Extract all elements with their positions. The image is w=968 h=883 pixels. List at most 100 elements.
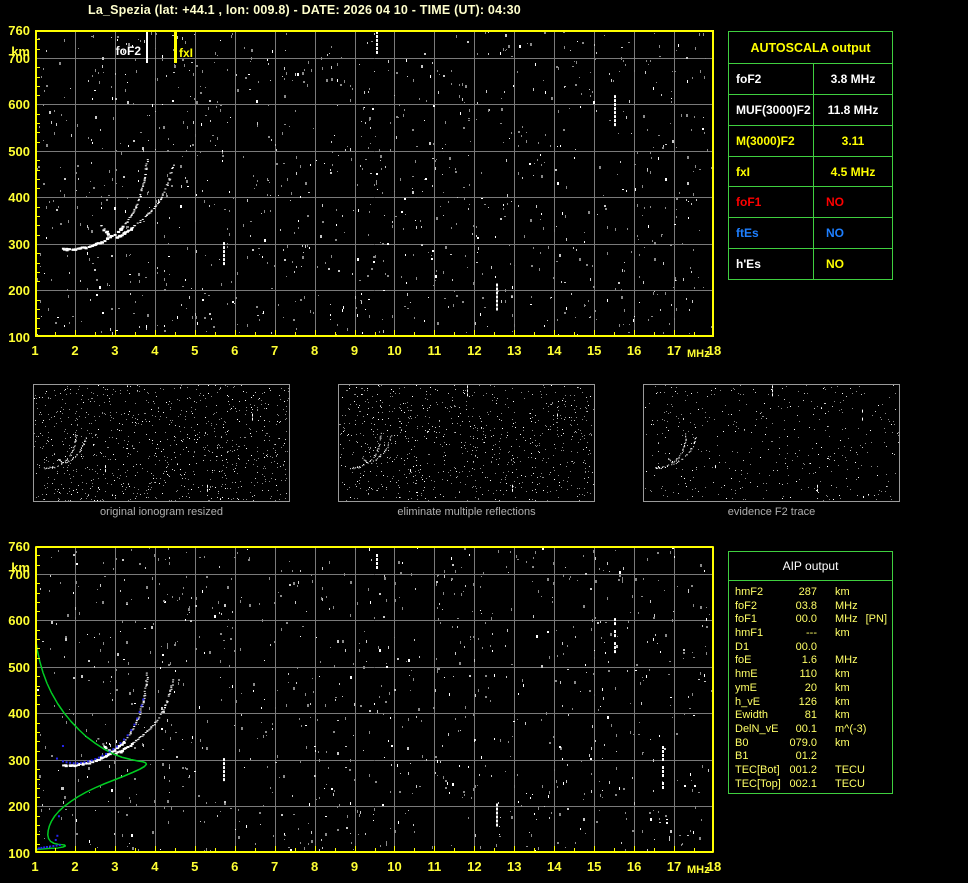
thumbnail-caption: original ionogram resized [100,506,223,518]
bottom-plot-x-tick-label: 2 [71,859,79,874]
aip-row-label: ymE [735,681,757,694]
fxi-marker-label: fxI [179,46,194,60]
aip-row-unit: MHz [835,599,858,612]
aip-row: ymE 20 km [729,682,892,696]
aip-row-value: 126 [798,695,817,708]
top-ionogram-canvas [35,30,714,337]
aip-row: Ewidth 81 km [729,709,892,723]
aip-row: TEC[Bot] 001.2 TECU [729,764,892,778]
autoscala-row-value: NO [826,257,844,272]
aip-row: DelN_vE 00.1 m^(-3) [729,723,892,737]
top-plot-y-tick-label: 200 [8,283,30,299]
autoscala-row: foF1 NO [729,187,892,219]
top-plot-x-tick-label: 10 [387,343,402,358]
bottom-plot-x-tick-label: 11 [427,859,442,874]
aip-row-unit: km [835,695,850,708]
aip-row-label: h_vE [735,695,761,708]
aip-row-label: DelN_vE [735,722,779,735]
aip-row: hmF2 287 km [729,586,892,600]
top-plot-y-tick-label: 400 [8,190,30,206]
top-plot-y-tick-label: 300 [8,236,30,252]
autoscala-row-label: foF2 [729,64,814,94]
aip-row-label: B0 [735,736,749,749]
aip-output-table: AIP output hmF2 287 km foF2 03.8 MHz foF1 00.0 M… [728,551,893,794]
top-plot-y-axis-unit: km [11,44,30,59]
autoscala-row-value: NO [826,195,844,210]
thumbnail-remove-reflections [338,384,595,502]
bottom-plot-x-tick-label: 8 [310,859,319,874]
bottom-plot-y-tick-label: 400 [8,706,30,722]
thumbnail-caption: evidence F2 trace [727,506,816,518]
aip-row-unit: km [835,627,850,640]
aip-row: foF2 03.8 MHz [729,600,892,614]
bottom-plot-y-tick-label: 100 [8,846,30,861]
top-plot-x-tick-label: 4 [151,343,159,358]
bottom-plot-y-tick-label: 500 [8,659,30,675]
top-plot-y-tick-label: 760 [8,23,30,38]
aip-row: D1 00.0 [729,641,892,655]
aip-row-value: 00.1 [795,722,817,735]
aip-row: B1 01.2 [729,750,892,764]
aip-row-label: hmE [735,668,758,681]
aip-row-unit: km [835,586,850,598]
aip-row: hmE 110 km [729,668,892,682]
top-plot-x-tick-label: 13 [507,343,522,358]
autoscala-row-value: 4.5 MHz [830,164,876,179]
top-plot-x-tick-label: 15 [586,343,602,358]
aip-row-unit: TECU [835,763,865,776]
autoscala-row: h'Es NO [729,249,892,280]
aip-row-label: foE [735,654,752,667]
autoscala-row-label: h'Es [729,249,814,280]
bottom-plot-x-tick-label: 17 [666,859,682,874]
autoscala-row-label: MUF(3000)F2 [729,94,814,125]
fof2-marker-label: foF2 [115,44,141,58]
thumbnail-remove-reflections-canvas [339,385,594,501]
bottom-plot-x-tick-label: 3 [111,859,119,874]
top-plot-x-tick-label: 16 [626,343,642,358]
aip-row-value: 00.0 [795,640,817,653]
autoscala-row: ftEs NO [729,218,892,250]
autoscala-row: fxI 4.5 MHz [729,156,892,188]
aip-row-value: 110 [799,668,817,681]
aip-row: TEC[Top] 002.1 TECU [729,778,892,792]
aip-row-label: D1 [735,640,750,653]
bottom-plot-x-tick-label: 14 [547,859,562,874]
top-plot-x-tick-label: 6 [231,343,239,358]
bottom-plot-y-tick-label: 760 [8,539,30,554]
aip-row-unit: km [835,736,850,749]
bottom-plot-x-tick-label: 9 [350,859,359,874]
autoscala-row-value: 3.8 MHz [830,71,876,86]
aip-row: h_vE 126 km [729,696,892,710]
bottom-plot-y-axis-unit: km [11,560,30,575]
aip-row-value: --- [806,627,817,640]
autoscala-row-label: foF1 [729,187,814,218]
aip-row-value: 03.8 [795,599,817,612]
autoscala-row-value: 3.11 [841,133,865,148]
aip-row-unit [817,750,835,764]
aip-row-label: Ewidth [735,709,769,722]
aip-row-unit: MHz [835,654,858,667]
top-plot-x-tick-label: 11 [427,343,442,358]
top-plot-x-axis-unit: MHz [687,348,710,360]
bottom-ionogram-canvas [35,546,714,853]
bottom-plot-x-tick-label: 5 [191,859,199,874]
autoscala-row-label: M(3000)F2 [729,125,814,156]
autoscala-row: M(3000)F2 3.11 [729,125,892,157]
top-plot-x-tick-label: 2 [71,343,79,358]
bottom-plot-x-tick-label: 16 [626,859,642,874]
top-plot-y-tick-label: 100 [8,330,30,345]
aip-row-label: TEC[Bot] [735,763,780,776]
aip-row-label: B1 [735,750,749,763]
aip-row-value: 287 [798,586,817,598]
autoscala-row: MUF(3000)F2 11.8 MHz [729,94,892,126]
top-plot-y-tick-label: 600 [8,97,30,113]
top-plot-x-tick-label: 5 [191,343,199,358]
thumbnail-caption: eliminate multiple reflections [397,506,536,518]
aip-row-unit: TECU [835,777,865,790]
aip-table-rows: hmF2 287 km foF2 03.8 MHz foF1 00.0 MHz [PN] hmF1 -… [729,581,892,794]
top-plot-x-tick-label: 8 [310,343,319,358]
top-plot-x-tick-label: 14 [547,343,562,358]
autoscala-row-label: fxI [729,156,814,187]
autoscala-table-title: AUTOSCALA output [729,32,892,64]
aip-row-unit [817,641,835,655]
